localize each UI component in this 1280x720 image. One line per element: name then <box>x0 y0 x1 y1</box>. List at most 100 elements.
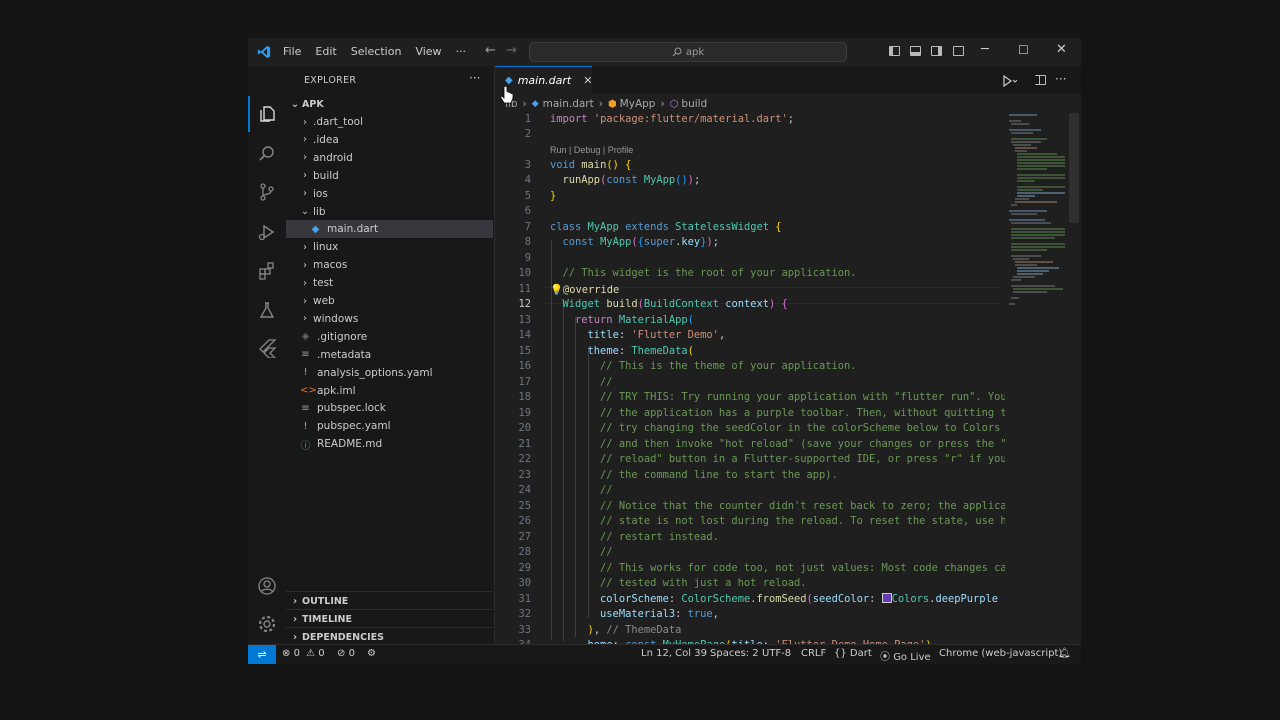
line-number: 1 <box>524 113 531 125</box>
chevron-right-icon: › <box>303 295 307 307</box>
run-debug-icon[interactable] <box>257 222 277 242</box>
menu-selection[interactable]: Selection <box>351 45 402 58</box>
tree-item-label: .idea <box>313 133 339 146</box>
customize-layout-icon[interactable] <box>953 46 964 56</box>
tree-file[interactable]: ! analysis_options.yaml <box>286 364 493 382</box>
encoding[interactable]: UTF-8 <box>762 648 791 659</box>
line-number: 3 <box>524 159 531 171</box>
close-icon[interactable]: ✕ <box>1056 42 1067 57</box>
code-line: const MyApp({super.key}); <box>562 236 719 248</box>
color-swatch[interactable] <box>881 593 892 603</box>
close-tab-icon[interactable]: ✕ <box>583 74 592 87</box>
toggle-secondary-sidebar-icon[interactable] <box>931 46 942 56</box>
code-lens-run-debug-profile[interactable]: Run | Debug | Profile <box>550 145 633 155</box>
tree-folder[interactable]: › build <box>286 167 493 185</box>
chevron-right-icon: › <box>303 241 307 253</box>
lightbulb-icon[interactable]: 💡 <box>550 284 563 296</box>
extensions-icon[interactable] <box>257 261 277 281</box>
notifications-bell-icon[interactable]: 🔔︎ <box>1058 648 1071 659</box>
breadcrumb-file[interactable]: main.dart <box>543 98 594 110</box>
line-number: 5 <box>524 190 531 202</box>
code-line: import 'package:flutter/material.dart'; <box>550 113 795 125</box>
tree-file[interactable]: ≡ pubspec.lock <box>286 399 493 417</box>
more-actions-icon[interactable]: ··· <box>469 71 480 85</box>
code-line: // <box>600 546 613 558</box>
ports-indicator[interactable]: ⊘ 0 <box>337 648 355 659</box>
code-editor[interactable]: 1 import 'package:flutter/material.dart'… <box>495 113 1005 644</box>
toggle-panel-icon[interactable] <box>910 46 921 56</box>
command-center-search[interactable]: apk <box>529 42 847 62</box>
split-editor-icon[interactable] <box>1035 75 1046 85</box>
menu-view[interactable]: View <box>415 45 441 58</box>
warning-count: 0 <box>318 648 325 659</box>
account-icon[interactable] <box>257 576 277 596</box>
section-timeline-label: TIMELINE <box>302 613 352 625</box>
settings-gear-icon[interactable] <box>257 614 277 634</box>
vscode-window: File Edit Selection View ··· ← → apk ─ ☐… <box>248 38 1081 664</box>
tree-folder[interactable]: › linux <box>286 238 493 256</box>
minimap[interactable] <box>1007 113 1069 313</box>
line-number: 31 <box>518 593 531 605</box>
tree-folder[interactable]: › ios <box>286 185 493 203</box>
source-control-icon[interactable] <box>257 182 277 202</box>
tree-file[interactable]: ◆ main.dart <box>286 220 493 239</box>
code-line: 💡@override <box>550 284 620 296</box>
line-ending[interactable]: CRLF <box>801 648 826 659</box>
breadcrumb-separator-icon: › <box>522 98 527 110</box>
line-number: 29 <box>518 562 531 574</box>
problems-indicator[interactable]: ⊗ 0 ⚠ 0 <box>282 648 325 659</box>
cursor-position[interactable]: Ln 12, Col 39 <box>641 648 707 659</box>
breadcrumb-class[interactable]: MyApp <box>620 98 656 110</box>
indentation[interactable]: Spaces: 2 <box>710 648 759 659</box>
run-debug-dropdown-icon[interactable] <box>1003 75 1017 87</box>
vertical-scrollbar-thumb[interactable] <box>1069 113 1079 223</box>
remote-indicator-icon[interactable]: ⇌ <box>248 645 276 664</box>
testing-flask-icon[interactable] <box>257 300 277 320</box>
menu-edit[interactable]: Edit <box>315 45 336 58</box>
tree-folder[interactable]: › windows <box>286 310 493 328</box>
go-live-button[interactable]: ⦿ Go Live <box>880 648 931 663</box>
code-line: // <box>600 376 613 388</box>
tree-file[interactable]: ! pubspec.yaml <box>286 417 493 435</box>
debug-indicator-icon[interactable]: ⚙ <box>367 648 376 659</box>
editor-more-actions-icon[interactable]: ··· <box>1055 72 1066 86</box>
tree-folder[interactable]: ⌄ lib <box>286 203 493 221</box>
maximize-icon[interactable]: ☐ <box>1018 43 1029 57</box>
section-outline[interactable]: › OUTLINE <box>286 591 493 610</box>
forward-arrow-icon[interactable]: → <box>506 43 517 58</box>
flutter-icon[interactable] <box>257 338 277 358</box>
tree-file[interactable]: ≡ .metadata <box>286 346 493 364</box>
menu-file[interactable]: File <box>283 45 301 58</box>
search-icon[interactable] <box>257 144 277 164</box>
workspace-root[interactable]: ⌄ APK <box>286 95 493 113</box>
minimize-icon[interactable]: ─ <box>981 42 989 57</box>
line-number: 20 <box>518 422 531 434</box>
line-number: 15 <box>518 345 531 357</box>
tree-item-label: pubspec.yaml <box>317 420 391 433</box>
tree-item-label: web <box>313 295 335 307</box>
code-line: void main() { <box>550 159 632 171</box>
tree-file[interactable]: <> apk.iml <box>286 382 493 400</box>
tree-folder[interactable]: › .dart_tool <box>286 113 493 131</box>
search-text: apk <box>685 46 705 58</box>
line-number: 11 <box>518 283 531 295</box>
explorer-files-icon[interactable] <box>257 104 277 124</box>
back-arrow-icon[interactable]: ← <box>485 43 496 58</box>
tree-file[interactable]: ⓘ README.md <box>286 435 493 453</box>
language-mode[interactable]: {} Dart <box>834 648 872 659</box>
tree-file[interactable]: ◈ .gitignore <box>286 328 493 346</box>
menu-more[interactable]: ··· <box>456 45 467 58</box>
tree-folder[interactable]: › .idea <box>286 131 493 149</box>
section-timeline[interactable]: › TIMELINE <box>286 609 493 628</box>
tree-folder[interactable]: › android <box>286 149 493 167</box>
toggle-primary-sidebar-icon[interactable] <box>889 46 900 56</box>
mouse-cursor-icon <box>500 86 514 104</box>
tree-item-label: windows <box>313 312 359 325</box>
device-selector[interactable]: Chrome (web-javascript) <box>939 648 1062 659</box>
breadcrumb-method[interactable]: build <box>681 98 707 110</box>
info-file-icon: ⓘ <box>300 440 311 452</box>
code-line: // This works for code too, not just val… <box>600 562 1005 574</box>
tree-folder[interactable]: › macos <box>286 256 493 274</box>
tree-folder[interactable]: › test <box>286 274 493 292</box>
tree-folder[interactable]: › web <box>286 292 493 310</box>
